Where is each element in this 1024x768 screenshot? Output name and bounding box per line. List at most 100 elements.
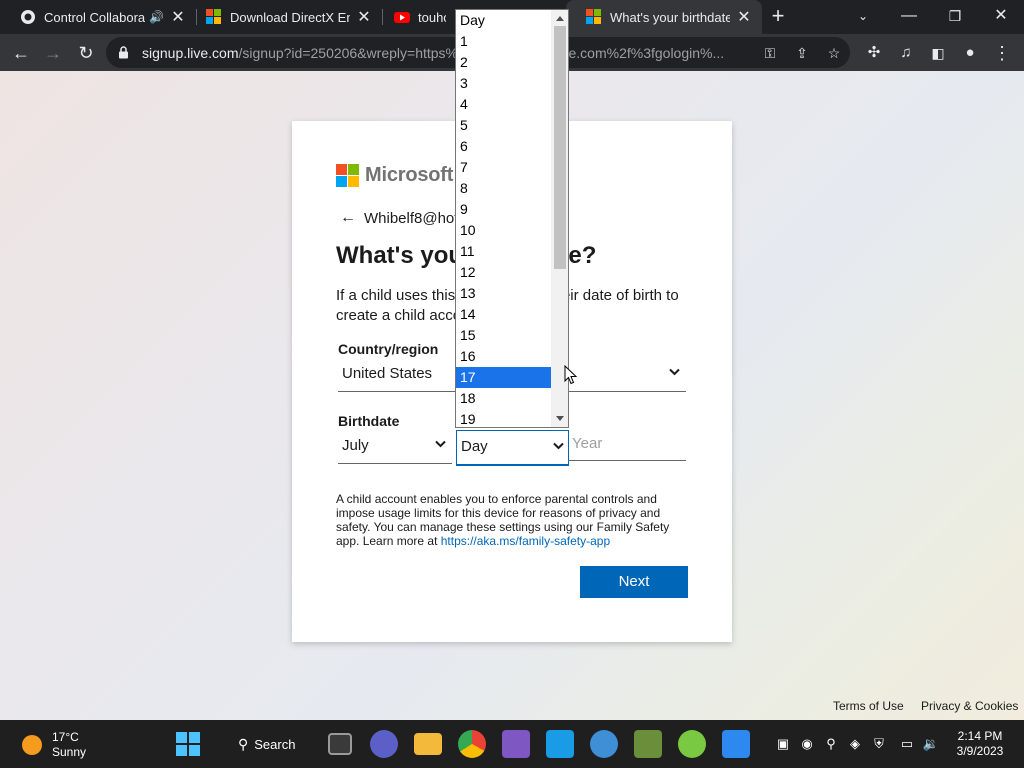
day-option[interactable]: 3 (456, 73, 552, 94)
teams-chat-icon[interactable] (370, 730, 398, 758)
close-window-icon[interactable]: ✕ (978, 4, 1024, 30)
url-text: signup.live.com/signup?id=250206&wreply=… (142, 45, 754, 61)
next-button[interactable]: Next (580, 566, 688, 598)
weather-condition: Sunny (52, 745, 87, 759)
speaker-icon[interactable]: 🔊 (149, 10, 164, 24)
side-panel-icon[interactable]: ◧ (925, 40, 951, 66)
day-option[interactable]: 16 (456, 346, 552, 367)
minecraft-icon[interactable] (634, 730, 662, 758)
close-tab-icon[interactable]: ✕ (356, 7, 372, 27)
minimize-icon[interactable]: — (886, 4, 932, 30)
qbittorrent-icon[interactable] (590, 730, 618, 758)
github-icon (21, 10, 35, 24)
day-option[interactable]: 12 (456, 262, 552, 283)
lock-icon[interactable] (118, 46, 129, 59)
app-icon[interactable] (546, 730, 574, 758)
day-select[interactable]: Day (456, 430, 569, 466)
day-option[interactable]: 10 (456, 220, 552, 241)
day-option[interactable]: Day (456, 10, 552, 31)
weather-text: 17°C Sunny (52, 730, 86, 760)
tab-whats-your-birthdate[interactable]: What's your birthdate? ✕ (566, 0, 762, 34)
microsoft-logo-icon (336, 164, 359, 187)
tab-title: What's your birthdate? (610, 9, 730, 25)
search-icon: ⚲ (238, 735, 249, 752)
game-icon[interactable] (678, 730, 706, 758)
new-tab-icon[interactable]: + (766, 5, 790, 29)
tray-steam-icon[interactable]: ◈ (846, 735, 864, 753)
search-label: Search (254, 736, 296, 752)
scroll-down-arrow-icon[interactable] (556, 416, 564, 421)
day-option[interactable]: 5 (456, 115, 552, 136)
day-option[interactable]: 2 (456, 52, 552, 73)
reload-icon[interactable]: ↻ (73, 40, 99, 66)
month-select[interactable]: July (338, 430, 452, 464)
tab-download-directx[interactable]: Download DirectX End- ✕ (186, 0, 382, 34)
volume-icon[interactable]: 🔉 (922, 735, 940, 753)
tab-search-chevron-icon[interactable]: ⌄ (840, 4, 886, 30)
date: 3/9/2023 (956, 744, 1004, 758)
start-windows-icon[interactable] (176, 732, 200, 756)
day-option[interactable]: 15 (456, 325, 552, 346)
share-icon[interactable]: ⇪ (790, 41, 814, 65)
day-option[interactable]: 13 (456, 283, 552, 304)
day-dropdown-list[interactable]: Day 1 2 3 4 5 6 7 8 9 10 11 12 13 14 15 16 17 18 19 (455, 9, 569, 428)
chrome-icon[interactable] (458, 730, 486, 758)
back-arrow-icon[interactable]: ← (340, 209, 356, 227)
day-option[interactable]: 6 (456, 136, 552, 157)
microsoft-store-icon[interactable] (722, 730, 750, 758)
forward-icon[interactable]: → (40, 40, 66, 66)
bookmark-star-icon[interactable]: ☆ (822, 41, 846, 65)
temperature: 17°C (52, 730, 79, 744)
tab-control-collaboration[interactable]: Control Collaborati 🔊 ✕ (0, 0, 196, 34)
tray-app-icon[interactable]: ▣ (774, 735, 792, 753)
privacy-link[interactable]: Privacy & Cookies (921, 699, 1018, 713)
taskbar-search-button[interactable]: ⚲ Search (228, 729, 312, 759)
day-option[interactable]: 9 (456, 199, 552, 220)
extensions-icon[interactable]: ✣ (861, 40, 887, 66)
day-option[interactable]: 7 (456, 157, 552, 178)
tab-touhou[interactable]: touhou (374, 0, 456, 34)
family-safety-link[interactable]: https://aka.ms/family-safety-app (441, 534, 610, 548)
clock[interactable]: 2:14 PM 3/9/2023 (944, 729, 1016, 759)
chevron-down-icon (553, 442, 564, 450)
menu-kebab-icon[interactable]: ⋮ (989, 40, 1015, 66)
file-explorer-icon[interactable] (414, 733, 442, 755)
day-option[interactable]: 11 (456, 241, 552, 262)
country-value: United States (342, 365, 433, 382)
tray-security-icon[interactable]: ⛨ (870, 735, 888, 753)
day-option[interactable]: 17 (456, 367, 552, 388)
tab-title: Download DirectX End- (230, 9, 350, 25)
birthdate-label: Birthdate (338, 413, 400, 429)
year-input[interactable]: Year (568, 427, 686, 461)
tab-title: Control Collaborati (44, 9, 146, 25)
profile-icon[interactable]: ● (957, 40, 983, 66)
close-tab-icon[interactable]: ✕ (736, 7, 752, 27)
back-icon[interactable]: ← (8, 40, 34, 66)
tray-qbittorrent-icon[interactable]: ◉ (798, 735, 816, 753)
chevron-down-icon (669, 368, 680, 376)
day-option[interactable]: 19 (456, 409, 552, 427)
scroll-up-arrow-icon[interactable] (556, 16, 564, 21)
microsoft-logo: Microsoft (336, 164, 453, 187)
restore-icon[interactable]: ❐ (932, 4, 978, 30)
day-option[interactable]: 8 (456, 178, 552, 199)
day-option[interactable]: 1 (456, 31, 552, 52)
chevron-down-icon (435, 440, 446, 448)
microsoft-icon (586, 9, 602, 25)
tray-search-icon[interactable]: ⚲ (822, 735, 840, 753)
network-icon[interactable]: ▭ (898, 735, 916, 753)
day-option[interactable]: 4 (456, 94, 552, 115)
visual-studio-icon[interactable] (502, 730, 530, 758)
day-option[interactable]: 18 (456, 388, 552, 409)
terms-link[interactable]: Terms of Use (833, 699, 904, 713)
weather-widget[interactable]: 17°C Sunny (22, 730, 86, 760)
close-tab-icon[interactable]: ✕ (170, 7, 186, 27)
scrollbar-thumb[interactable] (554, 26, 566, 269)
day-option[interactable]: 14 (456, 304, 552, 325)
task-view-icon[interactable] (328, 733, 352, 755)
mouse-cursor-icon (564, 365, 577, 385)
microsoft-icon (206, 9, 222, 25)
media-control-icon[interactable]: ♫ (893, 40, 919, 66)
key-icon[interactable]: ⚿ (758, 41, 782, 65)
month-value: July (342, 437, 369, 454)
